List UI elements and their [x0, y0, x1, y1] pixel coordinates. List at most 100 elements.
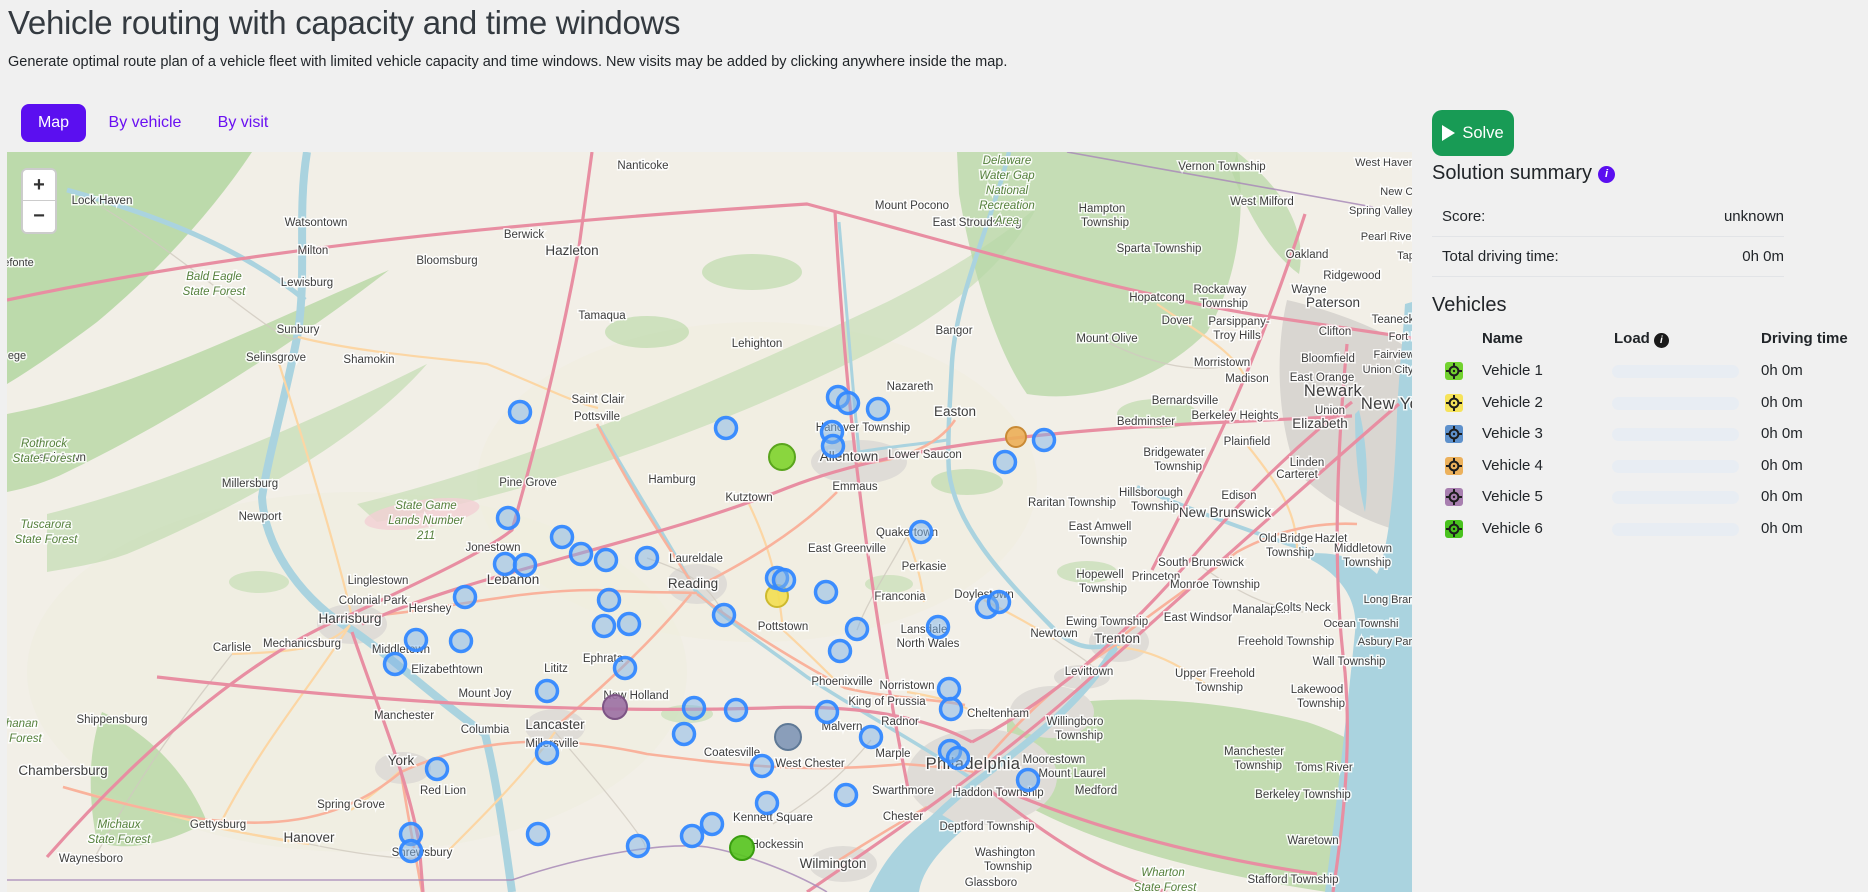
- map-label: Carlisle: [213, 642, 251, 654]
- visit-marker[interactable]: [427, 759, 448, 780]
- solve-button[interactable]: Solve: [1432, 110, 1514, 156]
- visit-marker[interactable]: [948, 748, 969, 769]
- visit-marker[interactable]: [995, 452, 1016, 473]
- tab-map[interactable]: Map: [21, 104, 86, 142]
- visit-marker[interactable]: [702, 814, 723, 835]
- map-label: Linden: [1290, 457, 1325, 469]
- visit-marker[interactable]: [716, 418, 737, 439]
- visit-marker[interactable]: [684, 698, 705, 719]
- visit-marker[interactable]: [752, 756, 773, 777]
- visit-marker[interactable]: [823, 436, 844, 457]
- vehicle-crosshair-icon: [1445, 488, 1463, 506]
- visit-marker[interactable]: [911, 522, 932, 543]
- visit-marker[interactable]: [674, 724, 695, 745]
- visit-marker[interactable]: [599, 590, 620, 611]
- col-load-label: Load: [1614, 330, 1650, 347]
- map-label: Moorestown: [1023, 754, 1086, 766]
- visit-marker[interactable]: [537, 743, 558, 764]
- vehicle-load-bar: [1612, 428, 1739, 441]
- visit-marker[interactable]: [861, 727, 882, 748]
- visit-marker[interactable]: [596, 550, 617, 571]
- map-label: Raritan Township: [1028, 497, 1116, 509]
- col-load: Loadi: [1614, 330, 1669, 348]
- visit-marker[interactable]: [401, 841, 422, 862]
- visit-marker[interactable]: [868, 399, 889, 420]
- visit-marker[interactable]: [510, 402, 531, 423]
- map[interactable]: Lock HavenellefonteegeLewistownWatsontow…: [7, 152, 1412, 892]
- visit-marker[interactable]: [836, 785, 857, 806]
- map-label: Hillsborough: [1119, 487, 1183, 499]
- map-label: Mount Laurel: [1038, 768, 1105, 780]
- visit-marker[interactable]: [838, 393, 859, 414]
- vehicle-crosshair-icon: [1445, 520, 1463, 538]
- vehicle-driving-time: 0h 0m: [1761, 362, 1803, 379]
- total-driving-time-row: Total driving time: 0h 0m: [1432, 236, 1784, 277]
- score-value: unknown: [1724, 208, 1784, 225]
- visit-marker[interactable]: [455, 587, 476, 608]
- visit-marker[interactable]: [552, 527, 573, 548]
- visit-marker[interactable]: [385, 654, 406, 675]
- vehicle-crosshair-icon: [1445, 394, 1463, 412]
- visit-marker[interactable]: [528, 824, 549, 845]
- depot-marker[interactable]: [730, 836, 754, 860]
- visit-marker[interactable]: [594, 616, 615, 637]
- visit-marker[interactable]: [941, 699, 962, 720]
- map-label: Millersburg: [222, 478, 278, 490]
- visit-marker[interactable]: [682, 826, 703, 847]
- map-label: Pottstown: [758, 621, 809, 633]
- visit-marker[interactable]: [989, 592, 1010, 613]
- visit-marker[interactable]: [757, 793, 778, 814]
- visit-marker[interactable]: [571, 544, 592, 565]
- vehicles-table-body: Vehicle 10h 0mVehicle 20h 0mVehicle 30h …: [1432, 356, 1852, 545]
- vehicle-name: Vehicle 4: [1482, 457, 1543, 474]
- map-label: Monroe Township: [1170, 579, 1260, 591]
- map-label: West Chester: [775, 758, 845, 770]
- depot-marker[interactable]: [775, 724, 801, 750]
- map-label: Bald Eagle: [186, 271, 242, 283]
- visit-marker[interactable]: [1034, 430, 1055, 451]
- visit-marker[interactable]: [847, 619, 868, 640]
- depot-marker[interactable]: [1006, 427, 1026, 447]
- map-label: Michaux: [98, 819, 142, 831]
- visit-marker[interactable]: [537, 681, 558, 702]
- map-label: Hopewell: [1076, 569, 1123, 581]
- visit-marker[interactable]: [1018, 770, 1039, 791]
- tab-by-visit[interactable]: By visit: [208, 104, 278, 142]
- zoom-in-button[interactable]: +: [23, 170, 55, 201]
- tab-by-vehicle[interactable]: By vehicle: [100, 104, 190, 142]
- info-icon[interactable]: i: [1598, 166, 1615, 183]
- map-label: Shippensburg: [77, 714, 148, 726]
- visit-marker[interactable]: [928, 617, 949, 638]
- map-label: Berwick: [504, 229, 545, 241]
- visit-marker[interactable]: [726, 700, 747, 721]
- visit-marker[interactable]: [515, 555, 536, 576]
- info-icon[interactable]: i: [1654, 333, 1669, 348]
- visit-marker[interactable]: [637, 548, 658, 569]
- visit-marker[interactable]: [498, 508, 519, 529]
- map-label: Kennett Square: [733, 812, 813, 824]
- visit-marker[interactable]: [816, 582, 837, 603]
- depot-marker[interactable]: [603, 695, 627, 719]
- map-label: Sunbury: [277, 324, 320, 336]
- visit-marker[interactable]: [615, 658, 636, 679]
- visit-marker[interactable]: [714, 605, 735, 626]
- visit-marker[interactable]: [628, 836, 649, 857]
- map-label: South Brunswick: [1158, 557, 1244, 569]
- visit-marker[interactable]: [495, 554, 516, 575]
- visit-marker[interactable]: [830, 641, 851, 662]
- depot-marker[interactable]: [769, 444, 795, 470]
- map-label: Township: [1154, 461, 1202, 473]
- map-label: West Milford: [1230, 196, 1294, 208]
- visit-marker[interactable]: [406, 630, 427, 651]
- map-label: Freehold Township: [1238, 636, 1334, 648]
- map-label: Colonial Park: [339, 595, 408, 607]
- visit-marker[interactable]: [817, 702, 838, 723]
- visit-marker[interactable]: [451, 631, 472, 652]
- visit-marker[interactable]: [619, 614, 640, 635]
- vehicle-load-bar: [1612, 460, 1739, 473]
- map-label: Tap: [1397, 250, 1412, 262]
- map-label: Phoenixville: [811, 676, 872, 688]
- visit-marker[interactable]: [939, 679, 960, 700]
- visit-marker[interactable]: [774, 570, 795, 591]
- zoom-out-button[interactable]: −: [23, 201, 55, 232]
